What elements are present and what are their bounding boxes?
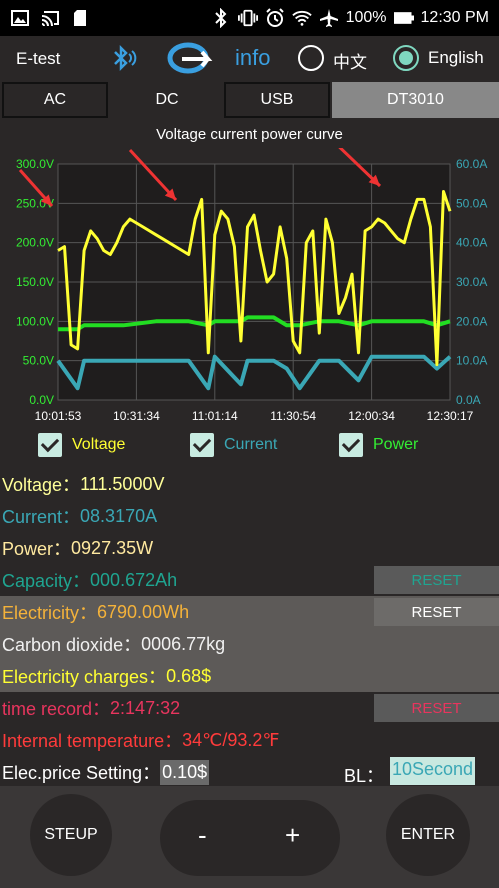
voltage-reading-label: Voltage： (2, 475, 81, 495)
y-right-tick-label: 0.0A (456, 393, 481, 407)
y-left-tick-label: 200.0V (16, 236, 54, 250)
x-tick-label: 11:01:14 (192, 409, 238, 423)
x-tick-label: 10:01:53 (35, 409, 82, 423)
current-reading-label: Current： (2, 507, 81, 527)
x-tick-label: 11:30:54 (270, 409, 316, 423)
battery-icon (393, 8, 414, 28)
capacity-reading-label: Capacity： (2, 571, 91, 591)
x-tick-label: 10:31:34 (113, 409, 160, 423)
y-left-tick-label: 300.0V (16, 157, 54, 171)
backlight-label: BL： (344, 766, 385, 786)
power-reading: Power： 0927.35W (0, 532, 499, 564)
voltage-legend-label: Voltage (72, 436, 126, 453)
status-bar: 100% 12:30 PM (0, 0, 499, 36)
temperature-label: Internal temperature： (2, 731, 183, 751)
time-record-label: time record： (2, 699, 111, 719)
price-setting-label: Elec.price Setting： (2, 763, 161, 783)
current-checkbox[interactable] (190, 433, 214, 457)
english-radio[interactable] (393, 45, 419, 71)
y-right-tick-label: 30.0A (456, 275, 487, 289)
power-reading-label: Power： (2, 539, 72, 559)
bluetooth-icon[interactable] (106, 42, 138, 74)
plus-button[interactable]: + (285, 820, 300, 851)
tab-dc[interactable]: DC (112, 82, 222, 118)
capacity-reset-button[interactable]: RESET (374, 566, 499, 594)
y-left-tick-label: 150.0V (16, 275, 54, 289)
x-tick-label: 12:00:34 (348, 409, 395, 423)
power-legend-label: Power (373, 436, 419, 453)
app-title: E-test (16, 49, 61, 68)
backlight-input[interactable]: 10Second (390, 757, 476, 785)
electricity-reset-button[interactable]: RESET (374, 598, 499, 626)
enter-button[interactable]: ENTER (386, 794, 470, 876)
y-right-tick-label: 20.0A (456, 314, 487, 328)
co2-reading: Carbon dioxide： 0006.77kg (0, 628, 499, 660)
info-link[interactable]: info (235, 45, 270, 71)
voltage-reading: Voltage： 111.5000V (0, 468, 499, 500)
english-label: English (428, 48, 484, 67)
chinese-label: 中文 (333, 53, 367, 72)
voltage-current-power-chart: 10:01:53 10:31:34 11:01:14 11:30:54 12:00:34… (16, 148, 487, 423)
electricity-reading-value: 6790.00Wh (97, 601, 190, 622)
setup-button[interactable]: STEUP (30, 794, 112, 876)
time-reset-button[interactable]: RESET (374, 694, 499, 722)
y-right-tick-label: 50.0A (456, 196, 487, 210)
price-setting-input[interactable]: 0.10$ (160, 759, 210, 785)
capacity-reading-value: 000.672Ah (90, 569, 178, 590)
minus-button[interactable]: - (198, 820, 207, 851)
image-icon (10, 8, 30, 28)
charges-reading-label: Electricity charges： (2, 667, 167, 687)
wifi-icon (291, 8, 312, 28)
bluetooth-status-icon (211, 8, 231, 28)
temperature-reading: Internal temperature： 34℃/93.2℉ (0, 724, 499, 756)
temperature-value: 34℃/93.2℉ (182, 729, 280, 750)
co2-reading-label: Carbon dioxide： (2, 635, 142, 655)
y-right-tick-label: 60.0A (456, 157, 487, 171)
tab-usb[interactable]: USB (224, 82, 330, 118)
chart-title: Voltage current power curve (156, 126, 343, 143)
y-right-tick-label: 40.0A (456, 236, 487, 250)
y-left-tick-label: 50.0V (23, 354, 54, 368)
y-left-tick-label: 0.0V (29, 393, 54, 407)
power-checkbox[interactable] (339, 433, 363, 457)
voltage-reading-value: 111.5000V (80, 473, 165, 494)
current-reading: Current： 08.3170A (0, 500, 499, 532)
tab-ac[interactable]: AC (2, 82, 108, 118)
chinese-radio[interactable] (298, 45, 324, 71)
airplane-icon (319, 8, 339, 28)
battery-percent: 100% (345, 9, 387, 26)
y-right-tick-label: 10.0A (456, 354, 487, 368)
alarm-icon (265, 8, 285, 28)
charges-reading-value: 0.68$ (166, 665, 212, 686)
current-reading-value: 08.3170A (80, 505, 158, 526)
cast-icon (40, 8, 60, 28)
current-legend-label: Current (224, 436, 278, 453)
tab-dt3010[interactable]: DT3010 (332, 82, 499, 118)
y-left-tick-label: 100.0V (16, 314, 54, 328)
electricity-reading-label: Electricity： (2, 603, 98, 623)
app-header: E-test info 中文 English (0, 36, 499, 80)
vibrate-icon (237, 8, 258, 28)
connect-logo-icon[interactable] (166, 39, 216, 77)
clock: 12:30 PM (420, 9, 489, 26)
sd-card-icon (70, 8, 90, 28)
mode-tabs: AC DC USB DT3010 (0, 82, 499, 120)
charges-reading: Electricity charges： 0.68$ (0, 660, 499, 692)
voltage-checkbox[interactable] (38, 433, 62, 457)
x-tick-label: 12:30:17 (427, 409, 474, 423)
power-reading-value: 0927.35W (71, 537, 154, 558)
co2-reading-value: 0006.77kg (141, 633, 226, 654)
time-record-value: 2:147:32 (110, 697, 181, 718)
plus-minus-control: - + (160, 800, 340, 876)
